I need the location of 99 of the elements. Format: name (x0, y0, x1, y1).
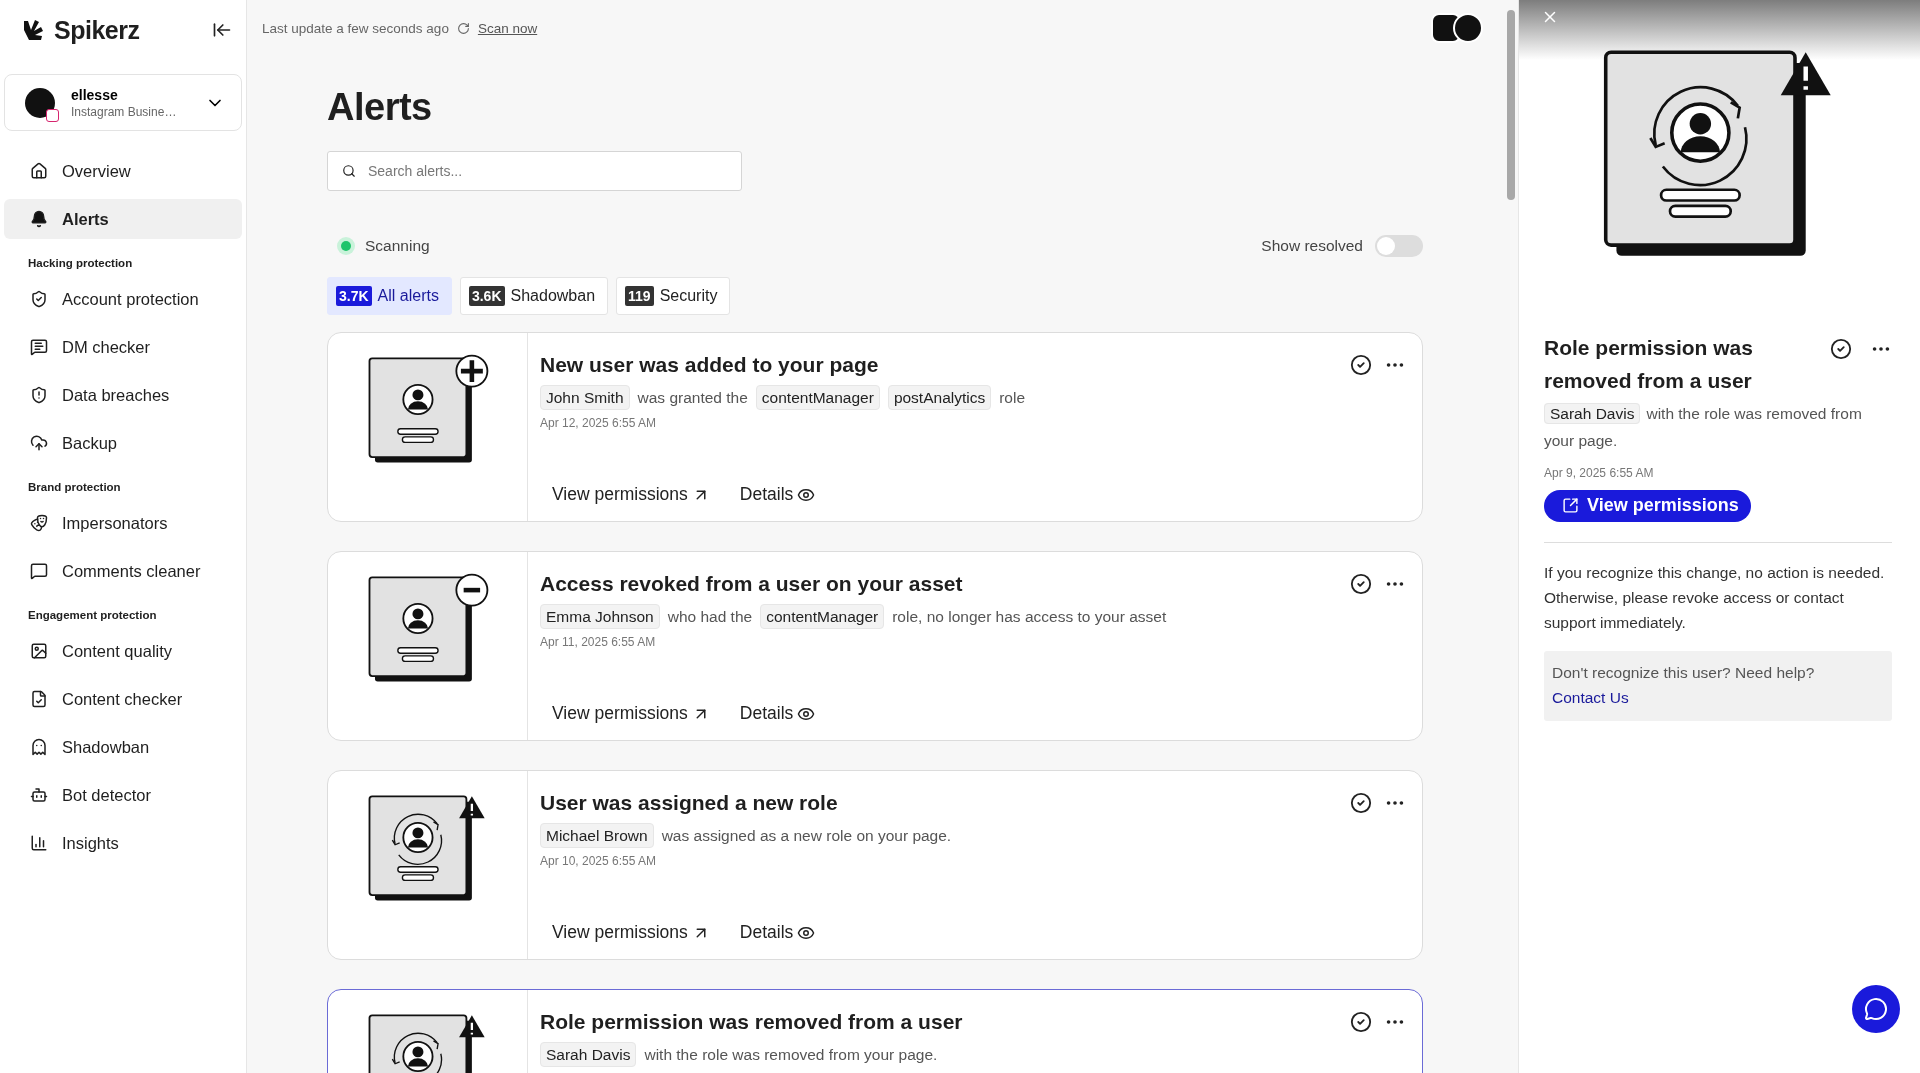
alert-title: User was assigned a new role (540, 791, 838, 815)
description-text: was granted the (637, 388, 748, 408)
message-icon (30, 338, 48, 356)
masks-icon (30, 514, 48, 532)
nav-item[interactable]: Overview (4, 151, 242, 191)
detail-note: If you recognize this change, no action is needed. Otherwise, please revoke access or contact support immediately. (1544, 562, 1886, 633)
user-chip: Sarah Davis (540, 1042, 637, 1068)
view-permissions-link[interactable]: View permissions (552, 922, 710, 943)
home-icon (30, 162, 48, 180)
avatar[interactable] (1453, 13, 1483, 43)
description-text: role (999, 388, 1026, 408)
page-title: Alerts (327, 86, 433, 129)
view-permissions-link[interactable]: View permissions (552, 484, 710, 505)
account-selector[interactable]: ellesse Instagram Busine… (4, 74, 242, 131)
ghost-icon (30, 738, 48, 756)
alert-title: Access revoked from a user on your asset (540, 572, 963, 596)
user-chip: contentManager (755, 385, 880, 411)
shield-alert-icon (30, 386, 48, 404)
nav-item[interactable]: Shadowban (4, 727, 242, 767)
section-heading: Hacking protection (27, 256, 134, 271)
check-circle-icon[interactable] (1350, 573, 1372, 595)
alert-card[interactable]: User was assigned a new role Michael Brown was assigned as a new role on your page. Apr 10, 2025 6:55 AM View permissions Details (327, 770, 1423, 960)
section-heading: Brand protection (27, 480, 122, 495)
nav-item[interactable]: Insights (4, 823, 242, 863)
nav-item[interactable]: Comments cleaner (4, 551, 242, 591)
view-permissions-button[interactable]: View permissions (1544, 489, 1751, 522)
robot-icon (30, 786, 48, 804)
search-input[interactable]: Search alerts... (366, 162, 727, 180)
nav-item[interactable]: Content checker (4, 679, 242, 719)
alert-date: Apr 11, 2025 6:55 AM (540, 635, 657, 650)
section-heading: Engagement protection (27, 608, 158, 623)
description-text: Sarah Davis with the role was removed from your page. (1544, 402, 1863, 451)
user-chip: postAnalytics (887, 385, 992, 411)
user-chip: John Smith (540, 385, 630, 411)
view-permissions-link[interactable]: View permissions (552, 703, 710, 724)
details-link[interactable]: Details (739, 703, 816, 724)
bell-icon (30, 210, 48, 228)
check-circle-icon[interactable] (1350, 354, 1372, 376)
alert-title: Role permission was removed from a user (540, 1010, 963, 1034)
details-link[interactable]: Details (739, 922, 816, 943)
refresh-icon (456, 21, 470, 35)
nav-item[interactable]: Data breaches (4, 375, 242, 415)
details-link[interactable]: Details (739, 484, 816, 505)
nav-item[interactable]: Bot detector (4, 775, 242, 815)
alert-card[interactable]: Role permission was removed from a user Sarah Davis with the role was removed from your page. (327, 989, 1423, 1073)
user-chip: contentManager (760, 604, 885, 630)
external-link-icon (1562, 497, 1579, 515)
comment-icon (30, 562, 48, 580)
search-icon (342, 164, 356, 178)
image-icon (30, 642, 48, 660)
toggle-label: Show resolved (1261, 237, 1363, 255)
logo-icon (22, 19, 46, 41)
bar-chart-icon (30, 834, 48, 852)
brand-name: Spikerz (54, 15, 140, 45)
check-circle-icon[interactable] (1350, 792, 1372, 814)
search-field[interactable]: Search alerts... (327, 151, 742, 191)
nav-item[interactable]: Impersonators (4, 503, 242, 543)
detail-title: Role permission was removed from a user (1544, 335, 1754, 394)
filter-tab[interactable]: 119 Security (616, 277, 731, 315)
alert-card[interactable]: Access revoked from a user on your asset Emma Johnson who had the contentManager role, no longer has access to your asset Apr 11, 2025 6:55 AM View permissions Details (327, 551, 1423, 741)
file-check-icon (30, 690, 48, 708)
account-name: ellesse (71, 86, 119, 103)
last-update-text: Last update a few seconds ago (262, 20, 449, 36)
cloud-upload-icon (30, 434, 48, 452)
check-circle-icon[interactable] (1350, 1011, 1372, 1033)
description-text: who had the (667, 607, 753, 627)
nav-item[interactable]: Content quality (4, 631, 242, 671)
account-type: Instagram Busine… (71, 104, 178, 119)
nav-item[interactable]: Backup (4, 423, 242, 463)
nav-item[interactable]: Account protection (4, 279, 242, 319)
scan-now-link[interactable]: Scan now (477, 20, 538, 36)
avatar[interactable] (1431, 13, 1461, 43)
check-circle-icon[interactable] (1830, 338, 1852, 361)
chat-icon (1864, 997, 1888, 1021)
shield-icon (30, 290, 48, 308)
count-badge: 119 (625, 286, 654, 306)
scrollbar[interactable] (1507, 10, 1515, 200)
collapse-icon[interactable] (212, 20, 232, 40)
nav-item[interactable]: Alerts (4, 199, 242, 239)
description-text: role, no longer has access to your asset (892, 607, 1167, 627)
alert-card[interactable]: New user was added to your page John Smith was granted the contentManager postAnalytics role Apr 12, 2025 6:55 AM View permissions Details (327, 332, 1423, 522)
nav-item[interactable]: DM checker (4, 327, 242, 367)
help-text: Don't recognize this user? Need help? Contact Us (1544, 651, 1892, 721)
chat-button[interactable] (1852, 985, 1900, 1033)
count-badge: 3.6K (468, 286, 505, 306)
description-text: was assigned as a new role on your page. (661, 826, 952, 846)
filter-tab[interactable]: 3.6K Shadowban (459, 277, 609, 315)
alert-date: Apr 12, 2025 6:55 AM (540, 416, 658, 431)
alert-title: New user was added to your page (540, 353, 879, 377)
user-chip: Michael Brown (540, 823, 654, 849)
status-label: Scanning (365, 237, 430, 255)
toggle-switch[interactable] (1375, 235, 1423, 257)
detail-date: Apr 9, 2025 6:55 AM (1544, 465, 1655, 480)
description-text: with the role was removed from your page. (644, 1045, 938, 1065)
user-chip: Emma Johnson (540, 604, 660, 630)
filter-tab[interactable]: 3.7K All alerts (327, 277, 452, 315)
contact-link[interactable]: Contact Us (1552, 689, 1629, 707)
count-badge: 3.7K (336, 286, 372, 306)
alert-date: Apr 10, 2025 6:55 AM (540, 854, 658, 869)
